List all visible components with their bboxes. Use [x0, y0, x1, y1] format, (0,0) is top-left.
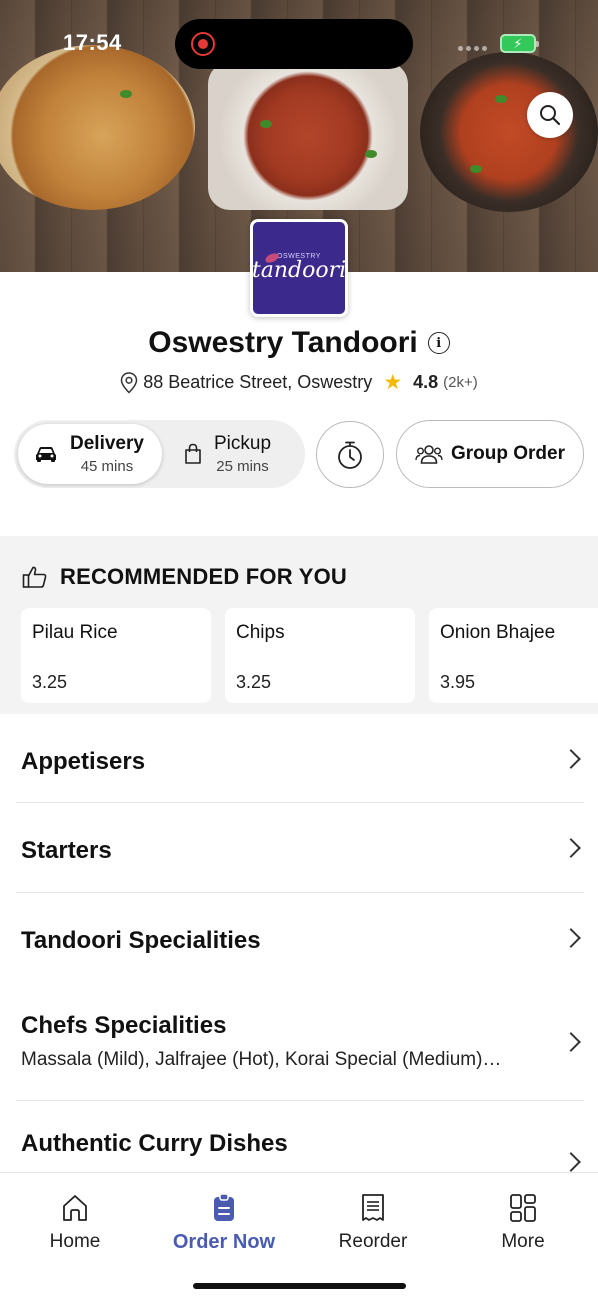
category-row-appetisers[interactable]: Appetisers — [16, 714, 584, 803]
restaurant-logo: OSWESTRY tandoori — [250, 219, 348, 317]
item-price: 3.25 — [236, 672, 272, 692]
thumbs-up-icon — [22, 566, 47, 588]
curry-dish-image — [420, 52, 598, 212]
recommended-item-card[interactable]: Onion Bhajee 3.95 — [429, 608, 598, 703]
category-title: Chefs Specialities — [21, 1012, 227, 1039]
group-people-icon — [415, 445, 443, 464]
category-title: Starters — [21, 837, 112, 864]
group-order-button[interactable]: Group Order — [396, 420, 584, 488]
delivery-time: 45 mins — [80, 458, 134, 475]
search-icon — [540, 105, 561, 126]
bottom-navigation: Home Order Now Reorder More — [0, 1172, 598, 1300]
garnish — [495, 95, 507, 103]
recommended-item-card[interactable]: Chips 3.25 — [225, 608, 415, 703]
group-order-label: Group Order — [450, 443, 565, 464]
grid-icon — [510, 1194, 536, 1222]
biryani-dish-image — [0, 45, 195, 210]
info-icon[interactable]: i — [427, 332, 450, 354]
chevron-right-icon — [561, 1032, 581, 1052]
pickup-label: Pickup — [214, 433, 272, 454]
category-description: Massala (Mild), Jalfrajee (Hot), Korai S… — [21, 1049, 502, 1070]
nav-label: Reorder — [338, 1231, 408, 1252]
nav-reorder[interactable]: Reorder — [313, 1193, 433, 1253]
battery-charging-icon: ⚡ — [500, 34, 539, 53]
search-button[interactable] — [527, 92, 573, 138]
rating-count: (2k+) — [443, 374, 478, 391]
item-name: Onion Bhajee — [440, 622, 556, 643]
nav-label: Order Now — [172, 1231, 276, 1253]
home-indicator — [193, 1283, 406, 1289]
car-icon — [36, 447, 56, 462]
recommended-title: RECOMMENDED FOR YOU — [60, 564, 347, 589]
nav-label: Home — [49, 1231, 101, 1252]
nav-label: More — [501, 1231, 545, 1252]
screen-record-icon — [191, 32, 215, 56]
recommended-header: RECOMMENDED FOR YOU — [22, 564, 347, 590]
restaurant-name-row: Oswestry Tandoori i — [0, 326, 598, 360]
stopwatch-icon — [338, 441, 362, 469]
order-icon — [214, 1193, 234, 1221]
restaurant-address: 88 Beatrice Street, Oswestry — [143, 372, 373, 392]
item-name: Chips — [236, 622, 285, 643]
category-title: Appetisers — [21, 748, 146, 775]
status-time: 17:54 — [63, 30, 122, 55]
dynamic-island — [175, 19, 413, 69]
delivery-label: Delivery — [70, 433, 144, 454]
star-icon: ★ — [383, 371, 403, 394]
bag-icon — [185, 443, 201, 464]
tandoori-chicken-dish-image — [208, 62, 408, 210]
chevron-right-icon — [561, 749, 581, 769]
rating-value: 4.8 — [413, 372, 439, 392]
delivery-option[interactable]: Delivery 45 mins — [18, 424, 162, 484]
nav-more[interactable]: More — [463, 1193, 583, 1253]
location-pin-icon — [120, 371, 138, 394]
recommended-section: RECOMMENDED FOR YOU Pilau Rice 3.25 Chip… — [0, 536, 598, 714]
category-title: Authentic Curry Dishes — [21, 1130, 288, 1157]
recommended-carousel[interactable]: Pilau Rice 3.25 Chips 3.25 Onion Bhajee … — [21, 608, 598, 703]
garnish — [260, 120, 272, 128]
schedule-button[interactable] — [316, 421, 384, 488]
address-row: 88 Beatrice Street, Oswestry ★ 4.8 (2k+) — [0, 370, 598, 395]
garnish — [470, 165, 482, 173]
category-row-starters[interactable]: Starters — [16, 803, 584, 893]
nav-home[interactable]: Home — [15, 1193, 135, 1253]
item-name: Pilau Rice — [32, 622, 118, 643]
chevron-right-icon — [561, 928, 581, 948]
category-row-authentic-curry-dishes[interactable]: Authentic Curry Dishes — [16, 1101, 584, 1172]
item-price: 3.95 — [440, 672, 476, 692]
pickup-time: 25 mins — [216, 458, 269, 475]
receipt-icon — [362, 1194, 384, 1221]
category-row-tandoori-specialities[interactable]: Tandoori Specialities — [16, 893, 584, 983]
chevron-right-icon — [561, 838, 581, 858]
pickup-option[interactable]: Pickup 25 mins — [184, 424, 301, 484]
nav-order-now[interactable]: Order Now — [164, 1193, 284, 1254]
garnish — [365, 150, 377, 158]
item-price: 3.25 — [32, 672, 68, 692]
signal-icon — [458, 46, 487, 51]
category-row-chefs-specialities[interactable]: Chefs Specialities Massala (Mild), Jalfr… — [16, 983, 584, 1101]
delivery-pickup-toggle: Delivery 45 mins Pickup 25 mins — [14, 420, 305, 488]
garnish — [120, 90, 132, 98]
recommended-item-card[interactable]: Pilau Rice 3.25 — [21, 608, 211, 703]
restaurant-name: Oswestry Tandoori — [148, 326, 418, 359]
chevron-right-icon — [561, 1152, 581, 1172]
category-title: Tandoori Specialities — [21, 927, 261, 954]
home-icon — [63, 1195, 87, 1221]
